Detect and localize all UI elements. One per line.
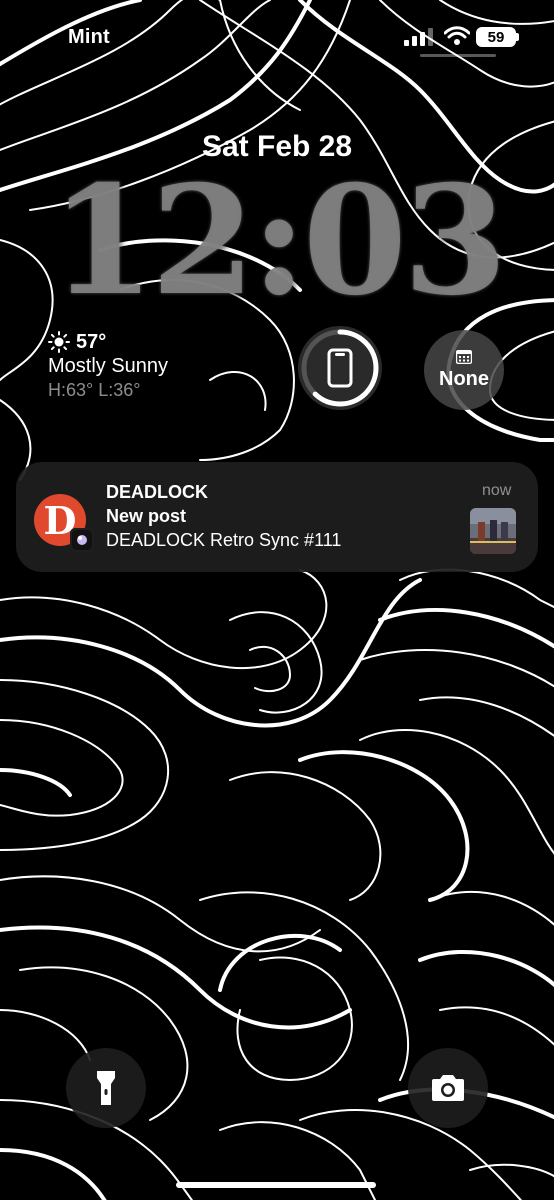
app-badge-icon — [70, 528, 94, 552]
battery-nub — [516, 33, 519, 41]
calendar-widget[interactable]: None — [424, 330, 504, 410]
weather-condition: Mostly Sunny — [48, 355, 169, 377]
battery-percent: 59 — [487, 28, 505, 46]
notification-time: now — [482, 482, 512, 499]
weather-temperature: 57° — [76, 331, 107, 353]
weather-temp-row: 57° — [48, 330, 228, 354]
battery-ring — [301, 329, 379, 407]
notification-body: DEADLOCK Retro Sync #111 — [106, 530, 342, 550]
wifi-icon — [444, 26, 470, 45]
camera-button[interactable] — [408, 1048, 488, 1128]
battery-icon: 59 — [476, 27, 516, 47]
calendar-widget-label: None — [439, 367, 489, 390]
calendar-icon — [456, 349, 472, 364]
carrier-label: Mint — [68, 26, 110, 48]
notification-thumbnail — [470, 508, 516, 554]
flashlight-icon — [97, 1071, 115, 1105]
weather-widget[interactable]: 57° Mostly Sunny H:63° L:36° — [48, 330, 228, 402]
phone-icon — [327, 348, 353, 388]
control-center-indicator[interactable] — [420, 54, 496, 57]
lock-screen-time: 12:03 — [50, 153, 508, 329]
home-indicator[interactable] — [176, 1182, 376, 1188]
flashlight-button[interactable] — [66, 1048, 146, 1128]
notification-title: New post — [106, 506, 187, 526]
weather-high-low: H:63° L:36° — [48, 380, 141, 400]
camera-icon — [432, 1075, 464, 1101]
notification-card[interactable]: D DEADLOCK New post DEADLOCK Retro Sync … — [16, 462, 538, 572]
cellular-signal-icon — [404, 28, 433, 46]
notification-app-name: DEADLOCK — [106, 482, 208, 502]
device-battery-widget[interactable] — [298, 326, 382, 410]
sun-icon — [48, 331, 70, 353]
